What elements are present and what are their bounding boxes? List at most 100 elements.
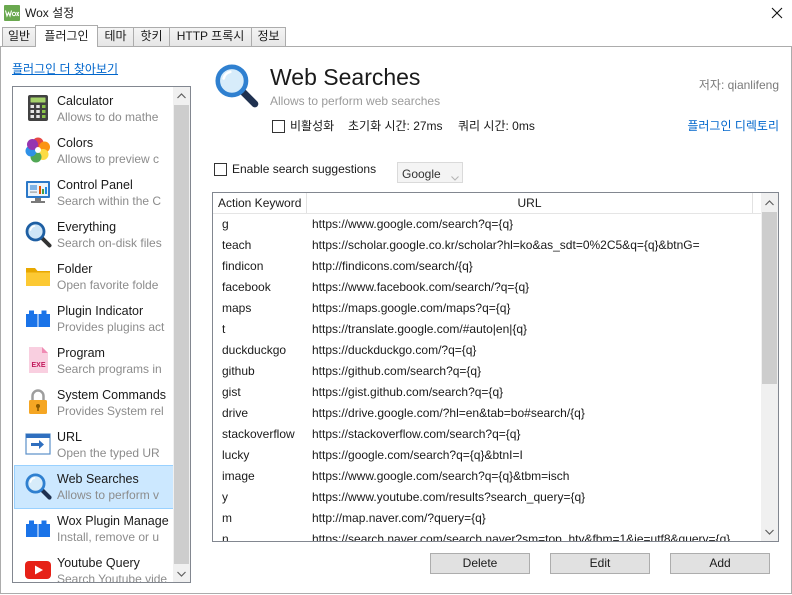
plugin-name: Calculator	[57, 94, 114, 108]
close-button[interactable]	[762, 0, 792, 26]
plugin-item-plugin-indicator[interactable]: Plugin Indicator Provides plugins act	[13, 297, 173, 339]
plugin-description: Search within the C	[57, 194, 162, 208]
table-row[interactable]: lucky https://google.com/search?q={q}&btn…	[213, 445, 761, 466]
dropdown-value: Google	[402, 167, 441, 181]
table-row[interactable]: drive https://drive.google.com/?hl=en&tab…	[213, 403, 761, 424]
plugin-item-folder[interactable]: Folder Open favorite folde	[13, 255, 173, 297]
program-icon: EXE	[24, 346, 52, 374]
plugin-item-colors[interactable]: Colors Allows to preview c	[13, 129, 173, 171]
url-cell: https://translate.google.com/#auto|en|{q…	[312, 322, 528, 336]
close-icon	[771, 7, 783, 19]
column-divider[interactable]	[752, 193, 753, 213]
scroll-up-button[interactable]	[761, 194, 778, 211]
table-row[interactable]: teach https://scholar.google.co.kr/schola…	[213, 235, 761, 256]
column-header-action-keyword[interactable]: Action Keyword	[218, 193, 306, 213]
plugin-name: Control Panel	[57, 178, 133, 192]
plugin-item-calculator[interactable]: Calculator Allows to do mathe	[13, 87, 173, 129]
edit-button[interactable]: Edit	[550, 553, 650, 574]
scrollbar-thumb[interactable]	[174, 105, 189, 564]
scroll-up-button[interactable]	[173, 87, 190, 104]
search-suggestions-label[interactable]: Enable search suggestions	[232, 161, 376, 177]
more-plugins-link[interactable]: 플러그인 더 찾아보기	[12, 61, 118, 77]
tab-plugins[interactable]: 플러그인	[35, 25, 98, 47]
plugin-description: Allows to perform v	[57, 488, 160, 502]
plugin-item-everything[interactable]: Everything Search on-disk files	[13, 213, 173, 255]
suggestion-source-dropdown[interactable]: Google	[397, 162, 463, 183]
table-scrollbar[interactable]	[761, 193, 778, 541]
url-cell: https://www.youtube.com/results?search_q…	[312, 490, 586, 504]
action-keyword-cell: teach	[222, 238, 252, 252]
scroll-down-button[interactable]	[173, 565, 190, 582]
plugin-item-program[interactable]: EXE Program Search programs in	[13, 339, 173, 381]
action-keyword-cell: lucky	[222, 448, 250, 462]
table-row[interactable]: n https://search.naver.com/search.naver?s…	[213, 529, 761, 541]
table-row[interactable]: t https://translate.google.com/#auto|en|{…	[213, 319, 761, 340]
plugin-name: System Commands	[57, 388, 167, 402]
scroll-down-button[interactable]	[761, 523, 778, 540]
lock-icon	[24, 388, 52, 416]
action-keyword-cell: drive	[222, 406, 249, 420]
table-row[interactable]: facebook https://www.facebook.com/search/…	[213, 277, 761, 298]
table-row[interactable]: m http://map.naver.com/?query={q}	[213, 508, 761, 529]
plugin-item-youtube-query[interactable]: Youtube Query Search Youtube vide	[13, 549, 173, 582]
plugin-description: Provides System rel	[57, 404, 164, 418]
plugin-description: Allows to do mathe	[57, 110, 159, 124]
table-row[interactable]: stackoverflow https://stackoverflow.com/s…	[213, 424, 761, 445]
add-button[interactable]: Add	[670, 553, 770, 574]
plugin-item-web-searches[interactable]: Web Searches Allows to perform v	[13, 465, 173, 509]
url-cell: https://search.naver.com/search.naver?sm…	[312, 532, 731, 541]
plugin-list-scrollbar[interactable]	[173, 87, 190, 582]
plugin-list[interactable]: Calculator Allows to do mathe Colors Allows…	[12, 86, 191, 583]
table-row[interactable]: y https://www.youtube.com/results?search_…	[213, 487, 761, 508]
table-row[interactable]: findicon http://findicons.com/search/{q}	[213, 256, 761, 277]
plugin-item-url[interactable]: URL Open the typed UR	[13, 423, 173, 465]
url-icon	[24, 430, 52, 458]
action-keyword-cell: t	[222, 322, 226, 336]
tab-general[interactable]: 일반	[2, 27, 36, 46]
table-row[interactable]: github https://github.com/search?q={q}	[213, 361, 761, 382]
plugin-name: Program	[57, 346, 105, 360]
table-row[interactable]: g https://www.google.com/search?q={q}	[213, 214, 761, 235]
column-header-url[interactable]: URL	[307, 193, 752, 213]
plugin-item-system-commands[interactable]: System Commands Provides System rel	[13, 381, 173, 423]
url-cell: https://www.google.com/search?q={q}	[312, 217, 514, 231]
tab-about[interactable]: 정보	[251, 27, 286, 46]
plugin-indicator-icon	[24, 304, 52, 332]
plugin-name: Everything	[57, 220, 117, 234]
delete-button[interactable]: Delete	[430, 553, 530, 574]
action-keyword-table[interactable]: Action Keyword URL g https://www.google.c…	[212, 192, 779, 542]
window-title: Wox 설정	[25, 6, 75, 20]
tab-hotkey[interactable]: 핫키	[133, 27, 170, 46]
url-cell: http://findicons.com/search/{q}	[312, 259, 473, 273]
calculator-icon	[24, 94, 52, 122]
disable-checkbox[interactable]	[272, 120, 285, 133]
chevron-down-icon	[451, 170, 459, 181]
folder-icon	[24, 262, 52, 290]
action-keyword-cell: facebook	[222, 280, 271, 294]
url-cell: https://scholar.google.co.kr/scholar?hl=…	[312, 238, 700, 252]
plugin-item-wox-plugin-manage[interactable]: Wox Plugin Manage Install, remove or u	[13, 507, 173, 549]
web-searches-icon	[213, 62, 259, 108]
plugin-directory-link[interactable]: 플러그인 디렉토리	[687, 118, 779, 134]
action-keyword-cell: duckduckgo	[222, 343, 287, 357]
plugin-name: Youtube Query	[57, 556, 140, 570]
url-cell: https://maps.google.com/maps?q={q}	[312, 301, 511, 315]
url-cell: https://github.com/search?q={q}	[312, 364, 482, 378]
table-row[interactable]: image https://www.google.com/search?q={q}…	[213, 466, 761, 487]
web-searches-icon	[24, 472, 52, 500]
disable-label[interactable]: 비활성화	[290, 118, 334, 134]
tab-theme[interactable]: 테마	[97, 27, 134, 46]
chevron-up-icon	[177, 92, 186, 99]
action-keyword-cell: image	[222, 469, 255, 483]
url-cell: https://gist.github.com/search?q={q}	[312, 385, 504, 399]
scrollbar-thumb[interactable]	[762, 212, 777, 384]
search-suggestions-checkbox[interactable]	[214, 163, 227, 176]
url-cell: https://duckduckgo.com/?q={q}	[312, 343, 477, 357]
query-time: 쿼리 시간: 0ms	[458, 119, 535, 133]
table-row[interactable]: gist https://gist.github.com/search?q={q}	[213, 382, 761, 403]
table-row[interactable]: maps https://maps.google.com/maps?q={q}	[213, 298, 761, 319]
tab-http-proxy[interactable]: HTTP 프록시	[169, 27, 252, 46]
plugin-manager-icon	[24, 514, 52, 542]
table-row[interactable]: duckduckgo https://duckduckgo.com/?q={q}	[213, 340, 761, 361]
plugin-item-control-panel[interactable]: Control Panel Search within the C	[13, 171, 173, 213]
